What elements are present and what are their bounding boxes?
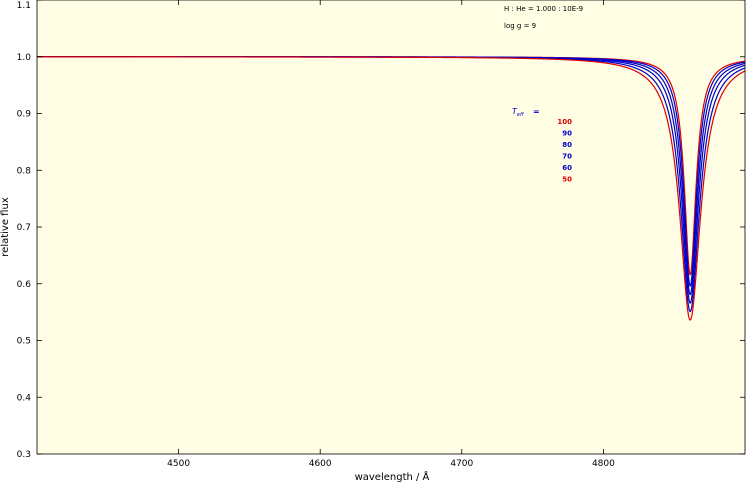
legend-entry-90: 90: [562, 130, 572, 138]
legend-entry-100: 100: [557, 118, 572, 126]
y-tick-label: 0.9: [17, 110, 32, 120]
y-tick-label: 0.3: [17, 450, 31, 460]
y-tick-label: 0.7: [17, 223, 31, 233]
x-tick-label: 4700: [450, 459, 473, 469]
x-tick-label: 4500: [167, 459, 190, 469]
y-tick-label: 1.0: [17, 53, 32, 63]
y-tick-label: 0.4: [17, 393, 32, 403]
y-tick-label: 0.8: [17, 166, 32, 176]
chart: 4500 4600 4700 4800 0.3 0.4 0.5 0.6 0.7 0.8 0.9 1.0…: [0, 0, 746, 483]
y-tick-label: 1.1: [17, 1, 31, 11]
legend-entry-50: 50: [562, 176, 572, 184]
legend-entry-70: 70: [562, 153, 572, 161]
y-axis-label: relative flux: [0, 197, 11, 257]
x-tick-label: 4600: [309, 459, 332, 469]
logg-annotation: log g = 9: [504, 22, 536, 30]
legend-entry-80: 80: [562, 141, 572, 149]
y-tick-label: 0.5: [17, 337, 31, 347]
abundance-annotation: H : He = 1.000 : 10E-9: [504, 5, 583, 13]
legend-equals: =: [533, 107, 540, 116]
y-tick-label: 0.6: [17, 280, 32, 290]
legend-entry-60: 60: [562, 164, 572, 172]
x-tick-label: 4800: [592, 459, 615, 469]
x-axis-label: wavelength / Å: [355, 470, 430, 483]
plot-background: [37, 0, 745, 454]
